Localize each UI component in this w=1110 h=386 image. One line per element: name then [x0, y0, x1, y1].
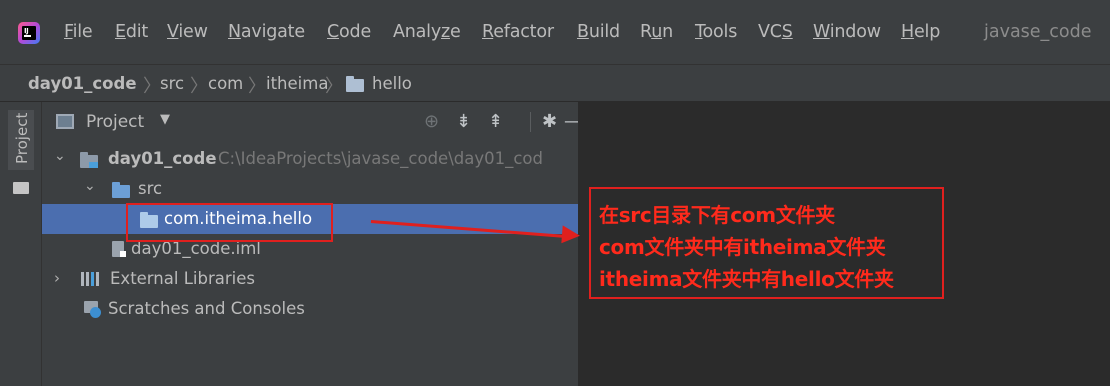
tree-row-src[interactable]: ⌄ src: [42, 174, 578, 204]
project-tool-tab-label[interactable]: Project: [13, 113, 31, 164]
tree-row-day01-code[interactable]: ⌄ day01_code C:\IdeaProjects\javase_code…: [42, 144, 578, 174]
breadcrumb-separator: 〉: [325, 76, 343, 97]
chevron-down-icon[interactable]: ⌄: [54, 148, 66, 164]
locate-icon[interactable]: ⊕: [424, 111, 439, 132]
tree-label-external-libraries: External Libraries: [110, 269, 255, 288]
toolbar-divider: [530, 112, 531, 132]
expand-all-icon[interactable]: ⇟: [456, 111, 471, 132]
source-folder-icon: [112, 182, 130, 198]
tree-row-external-libraries[interactable]: › External Libraries: [42, 264, 578, 294]
breadcrumb-separator: 〉: [143, 76, 161, 97]
breadcrumb-item-itheima[interactable]: itheima: [266, 74, 328, 93]
tree-label-src: src: [138, 179, 163, 198]
menu-window[interactable]: Window: [813, 22, 881, 42]
annotation-arrow-head: [561, 225, 581, 245]
menu-view[interactable]: View: [167, 22, 208, 42]
library-icon: [81, 272, 84, 286]
annotation-line-2: com文件夹中有itheima文件夹: [599, 235, 886, 259]
menu-code[interactable]: Code: [327, 22, 371, 42]
breadcrumb-item-src[interactable]: src: [160, 74, 184, 93]
project-panel: Project ▼ ⊕ ⇟ ⇞ ✱ — ⌄ day01_code C:\Idea…: [42, 102, 582, 386]
scratches-clock-icon: [90, 307, 101, 318]
tree-row-scratches[interactable]: Scratches and Consoles: [42, 294, 578, 324]
menu-tools[interactable]: Tools: [695, 22, 737, 42]
collapse-all-icon[interactable]: ⇞: [488, 111, 503, 132]
annotation-line-1: 在src目录下有com文件夹: [599, 203, 835, 227]
folder-icon[interactable]: [13, 182, 29, 194]
menu-navigate[interactable]: Navigate: [228, 22, 305, 42]
project-panel-header: Project ▼ ⊕ ⇟ ⇞ ✱ —: [42, 102, 582, 142]
menu-refactor[interactable]: Refactor: [482, 22, 554, 42]
menu-build[interactable]: Build: [577, 22, 620, 42]
package-folder-icon: [346, 76, 364, 92]
breadcrumb-separator: 〉: [248, 76, 266, 97]
breadcrumb-item-com[interactable]: com: [208, 74, 243, 93]
window-project-name: javase_code: [984, 22, 1092, 42]
chevron-down-icon[interactable]: ⌄: [84, 178, 96, 194]
menu-edit[interactable]: Edit: [115, 22, 148, 42]
library-icon-bar: [86, 272, 89, 286]
tree-label-scratches: Scratches and Consoles: [108, 299, 305, 318]
iml-file-badge-icon: [120, 251, 126, 257]
annotation-callout: 在src目录下有com文件夹 com文件夹中有itheima文件夹 itheim…: [589, 187, 944, 299]
annotation-highlight-box: [126, 203, 333, 242]
breadcrumb-item-hello[interactable]: hello: [372, 74, 412, 93]
tree-label-module: day01_code: [108, 149, 217, 168]
project-view-title[interactable]: Project: [86, 112, 144, 132]
breadcrumb: day01_code 〉 src 〉 com 〉 itheima 〉 hello: [0, 64, 1110, 102]
project-view-icon: [56, 114, 74, 129]
tree-label-module-path: C:\IdeaProjects\javase_code\day01_cod: [218, 149, 544, 168]
menu-bar: IJ File Edit View Navigate Code Analyze …: [0, 0, 1110, 64]
tool-window-strip: Project: [0, 102, 42, 386]
intellij-logo-icon[interactable]: IJ: [18, 22, 40, 44]
library-icon-bar: [91, 272, 94, 286]
menu-file[interactable]: File: [64, 22, 93, 42]
menu-analyze[interactable]: Analyze: [393, 22, 461, 42]
chevron-down-icon[interactable]: ▼: [160, 112, 170, 127]
annotation-line-3: itheima文件夹中有hello文件夹: [599, 267, 894, 291]
breadcrumb-item-day01-code[interactable]: day01_code: [28, 74, 137, 93]
gear-icon[interactable]: ✱: [542, 111, 557, 132]
menu-vcs[interactable]: VCS: [758, 22, 793, 42]
menu-help[interactable]: Help: [901, 22, 940, 42]
breadcrumb-separator: 〉: [190, 76, 208, 97]
library-icon-bar: [96, 272, 99, 286]
module-badge-icon: [89, 162, 98, 168]
menu-run[interactable]: Run: [640, 22, 673, 42]
chevron-right-icon[interactable]: ›: [54, 269, 60, 287]
